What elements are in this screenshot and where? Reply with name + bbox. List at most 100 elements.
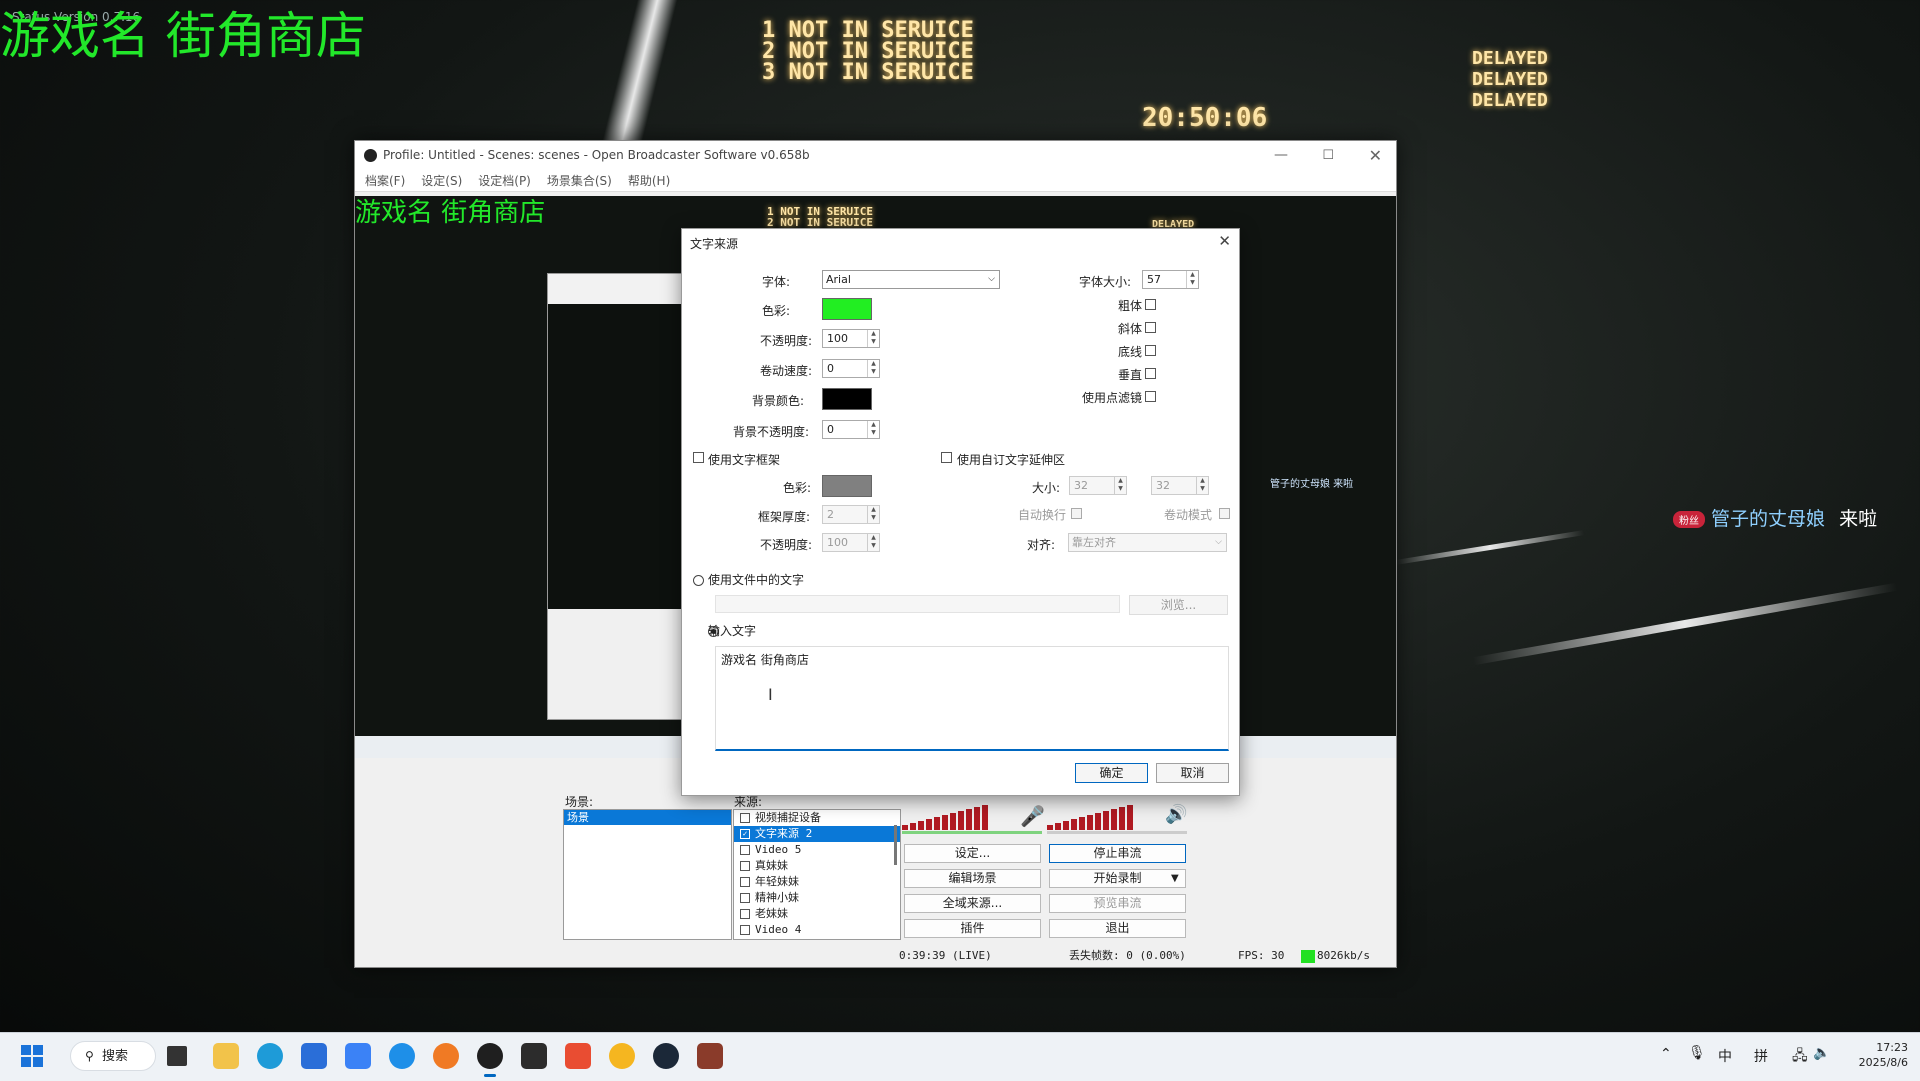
maximize-button[interactable]: ☐ <box>1322 148 1334 163</box>
outline-opacity-stepper[interactable]: 100 ▲ ▼ <box>822 533 880 552</box>
speaker-icon[interactable]: 🔊 <box>1165 804 1187 825</box>
task-view-icon[interactable] <box>167 1046 187 1066</box>
custom-extents-checkbox[interactable] <box>941 452 952 463</box>
scenes-list[interactable]: 场景 <box>563 809 732 940</box>
bold-checkbox[interactable] <box>1145 299 1156 310</box>
vertical-checkbox[interactable] <box>1145 368 1156 379</box>
stepper-arrows-icon[interactable]: ▲ ▼ <box>867 360 879 377</box>
file-path-input[interactable] <box>715 595 1120 613</box>
cancel-button[interactable]: 取消 <box>1156 763 1229 783</box>
game-app-icon[interactable] <box>697 1043 723 1069</box>
stepper-arrows-icon[interactable]: ▲ ▼ <box>867 534 879 551</box>
pinwheel-app-icon[interactable] <box>521 1043 547 1069</box>
menu-file[interactable]: 档案(F) <box>365 172 405 189</box>
yellow-app-icon[interactable] <box>609 1043 635 1069</box>
close-button[interactable]: ✕ <box>1369 146 1382 165</box>
scroll-mode-checkbox[interactable] <box>1219 508 1230 519</box>
network-icon[interactable]: 🖧 <box>1792 1045 1808 1069</box>
scroll-speed-stepper[interactable]: 0 ▲ ▼ <box>822 359 880 378</box>
global-sources-button[interactable]: 全域来源... <box>904 894 1041 913</box>
source-item[interactable]: Video 5 <box>734 842 900 858</box>
microphone-icon[interactable]: 🎤 <box>1020 804 1045 828</box>
use-outline-checkbox[interactable] <box>693 452 704 463</box>
microphone-tray-icon[interactable]: 🎙 <box>1688 1045 1706 1061</box>
source-item[interactable]: 真妹妹 <box>734 858 900 874</box>
underline-checkbox[interactable] <box>1145 345 1156 356</box>
source-checkbox[interactable] <box>740 909 750 919</box>
outline-thickness-stepper[interactable]: 2 ▲ ▼ <box>822 505 880 524</box>
font-size-stepper[interactable]: 57 ▲ ▼ <box>1142 270 1199 289</box>
use-file-radio[interactable] <box>693 575 704 586</box>
wrap-checkbox[interactable] <box>1071 508 1082 519</box>
source-item[interactable]: Video 4 <box>734 922 900 938</box>
dialog-close-button[interactable]: ✕ <box>1218 232 1231 250</box>
stream-time: 0:39:39 (LIVE) <box>899 949 992 962</box>
minimize-button[interactable]: — <box>1274 147 1288 163</box>
stepper-arrows-icon[interactable]: ▲ ▼ <box>867 506 879 523</box>
text-input-area[interactable]: 游戏名 街角商店 I <box>715 646 1229 751</box>
source-item[interactable]: 视频捕捉设备 <box>734 810 900 826</box>
ime-chinese-indicator[interactable]: 中 <box>1718 1046 1732 1066</box>
ime-pinyin-indicator[interactable]: 拼 <box>1754 1046 1768 1066</box>
plugins-button[interactable]: 插件 <box>904 919 1041 938</box>
extent-height-stepper[interactable]: 32 ▲ ▼ <box>1151 476 1209 495</box>
source-item[interactable]: 精神小妹 <box>734 890 900 906</box>
orange-app-icon[interactable] <box>433 1043 459 1069</box>
stepper-arrows-icon[interactable]: ▲ ▼ <box>1114 477 1126 494</box>
source-checkbox[interactable] <box>740 813 750 823</box>
obs-menubar: 档案(F) 设定(S) 设定档(P) 场景集合(S) 帮助(H) <box>355 169 1396 192</box>
start-record-button[interactable]: 开始录制 <box>1049 869 1186 888</box>
source-checkbox[interactable]: ✓ <box>740 829 750 839</box>
steam-icon[interactable] <box>653 1043 679 1069</box>
italic-checkbox[interactable] <box>1145 322 1156 333</box>
taskbar-search[interactable]: ⚲ 搜索 <box>70 1041 156 1071</box>
menu-scene-collection[interactable]: 场景集合(S) <box>547 172 612 189</box>
clock[interactable]: 17:23 2025/8/6 <box>1848 1040 1908 1070</box>
ok-button[interactable]: 确定 <box>1075 763 1148 783</box>
stepper-arrows-icon[interactable]: ▲ ▼ <box>867 421 879 438</box>
outline-color-swatch[interactable] <box>822 475 872 497</box>
exit-button[interactable]: 退出 <box>1049 919 1186 938</box>
sources-scrollbar[interactable] <box>894 825 897 865</box>
stop-stream-button[interactable]: 停止串流 <box>1049 844 1186 863</box>
stepper-arrows-icon[interactable]: ▲ ▼ <box>1196 477 1208 494</box>
text-color-swatch[interactable] <box>822 298 872 320</box>
scene-item[interactable]: 场景 <box>564 810 731 825</box>
source-checkbox[interactable] <box>740 845 750 855</box>
bg-opacity-stepper[interactable]: 0 ▲ ▼ <box>822 420 880 439</box>
bg-color-swatch[interactable] <box>822 388 872 410</box>
source-checkbox[interactable] <box>740 861 750 871</box>
opacity-stepper[interactable]: 100 ▲ ▼ <box>822 329 880 348</box>
browse-button[interactable]: 浏览... <box>1129 595 1228 615</box>
settings-button[interactable]: 设定... <box>904 844 1041 863</box>
menu-profiles[interactable]: 设定档(P) <box>478 172 531 189</box>
edge-browser-icon[interactable] <box>257 1043 283 1069</box>
stepper-arrows-icon[interactable]: ▲ ▼ <box>1186 271 1198 288</box>
source-item[interactable]: 年轻妹妹 <box>734 874 900 890</box>
chevron-up-icon[interactable]: ⌃ <box>1660 1046 1672 1062</box>
extent-width-stepper[interactable]: 32 ▲ ▼ <box>1069 476 1127 495</box>
point-filter-checkbox[interactable] <box>1145 391 1156 402</box>
align-select[interactable]: 靠左对齐 ⌵ <box>1068 533 1227 552</box>
source-checkbox[interactable] <box>740 893 750 903</box>
menu-help[interactable]: 帮助(H) <box>628 172 670 189</box>
bluesky-app-icon[interactable] <box>345 1043 371 1069</box>
menu-settings[interactable]: 设定(S) <box>421 172 462 189</box>
stepper-arrows-icon[interactable]: ▲ ▼ <box>867 330 879 347</box>
record-dropdown-icon[interactable]: ▼ <box>1171 869 1179 888</box>
file-explorer-icon[interactable] <box>213 1043 239 1069</box>
edit-scene-button[interactable]: 编辑场景 <box>904 869 1041 888</box>
media-app-icon[interactable] <box>565 1043 591 1069</box>
ie-browser-icon[interactable] <box>389 1043 415 1069</box>
windows-start-icon[interactable] <box>21 1045 43 1067</box>
source-item[interactable]: 老妹妹 <box>734 906 900 922</box>
sources-list[interactable]: 视频捕捉设备 ✓ 文字来源 2 Video 5 真妹妹 年轻妹妹 精神小妹 老妹妹… <box>733 809 901 940</box>
search-icon: ⚲ <box>85 1049 94 1063</box>
source-checkbox[interactable] <box>740 925 750 935</box>
obs-taskbar-icon[interactable] <box>477 1043 503 1069</box>
source-item-selected[interactable]: ✓ 文字来源 2 <box>734 826 900 842</box>
store-icon[interactable] <box>301 1043 327 1069</box>
font-select[interactable]: Arial ⌵ <box>822 270 1000 289</box>
source-checkbox[interactable] <box>740 877 750 887</box>
volume-icon[interactable]: 🔈 <box>1813 1045 1830 1061</box>
